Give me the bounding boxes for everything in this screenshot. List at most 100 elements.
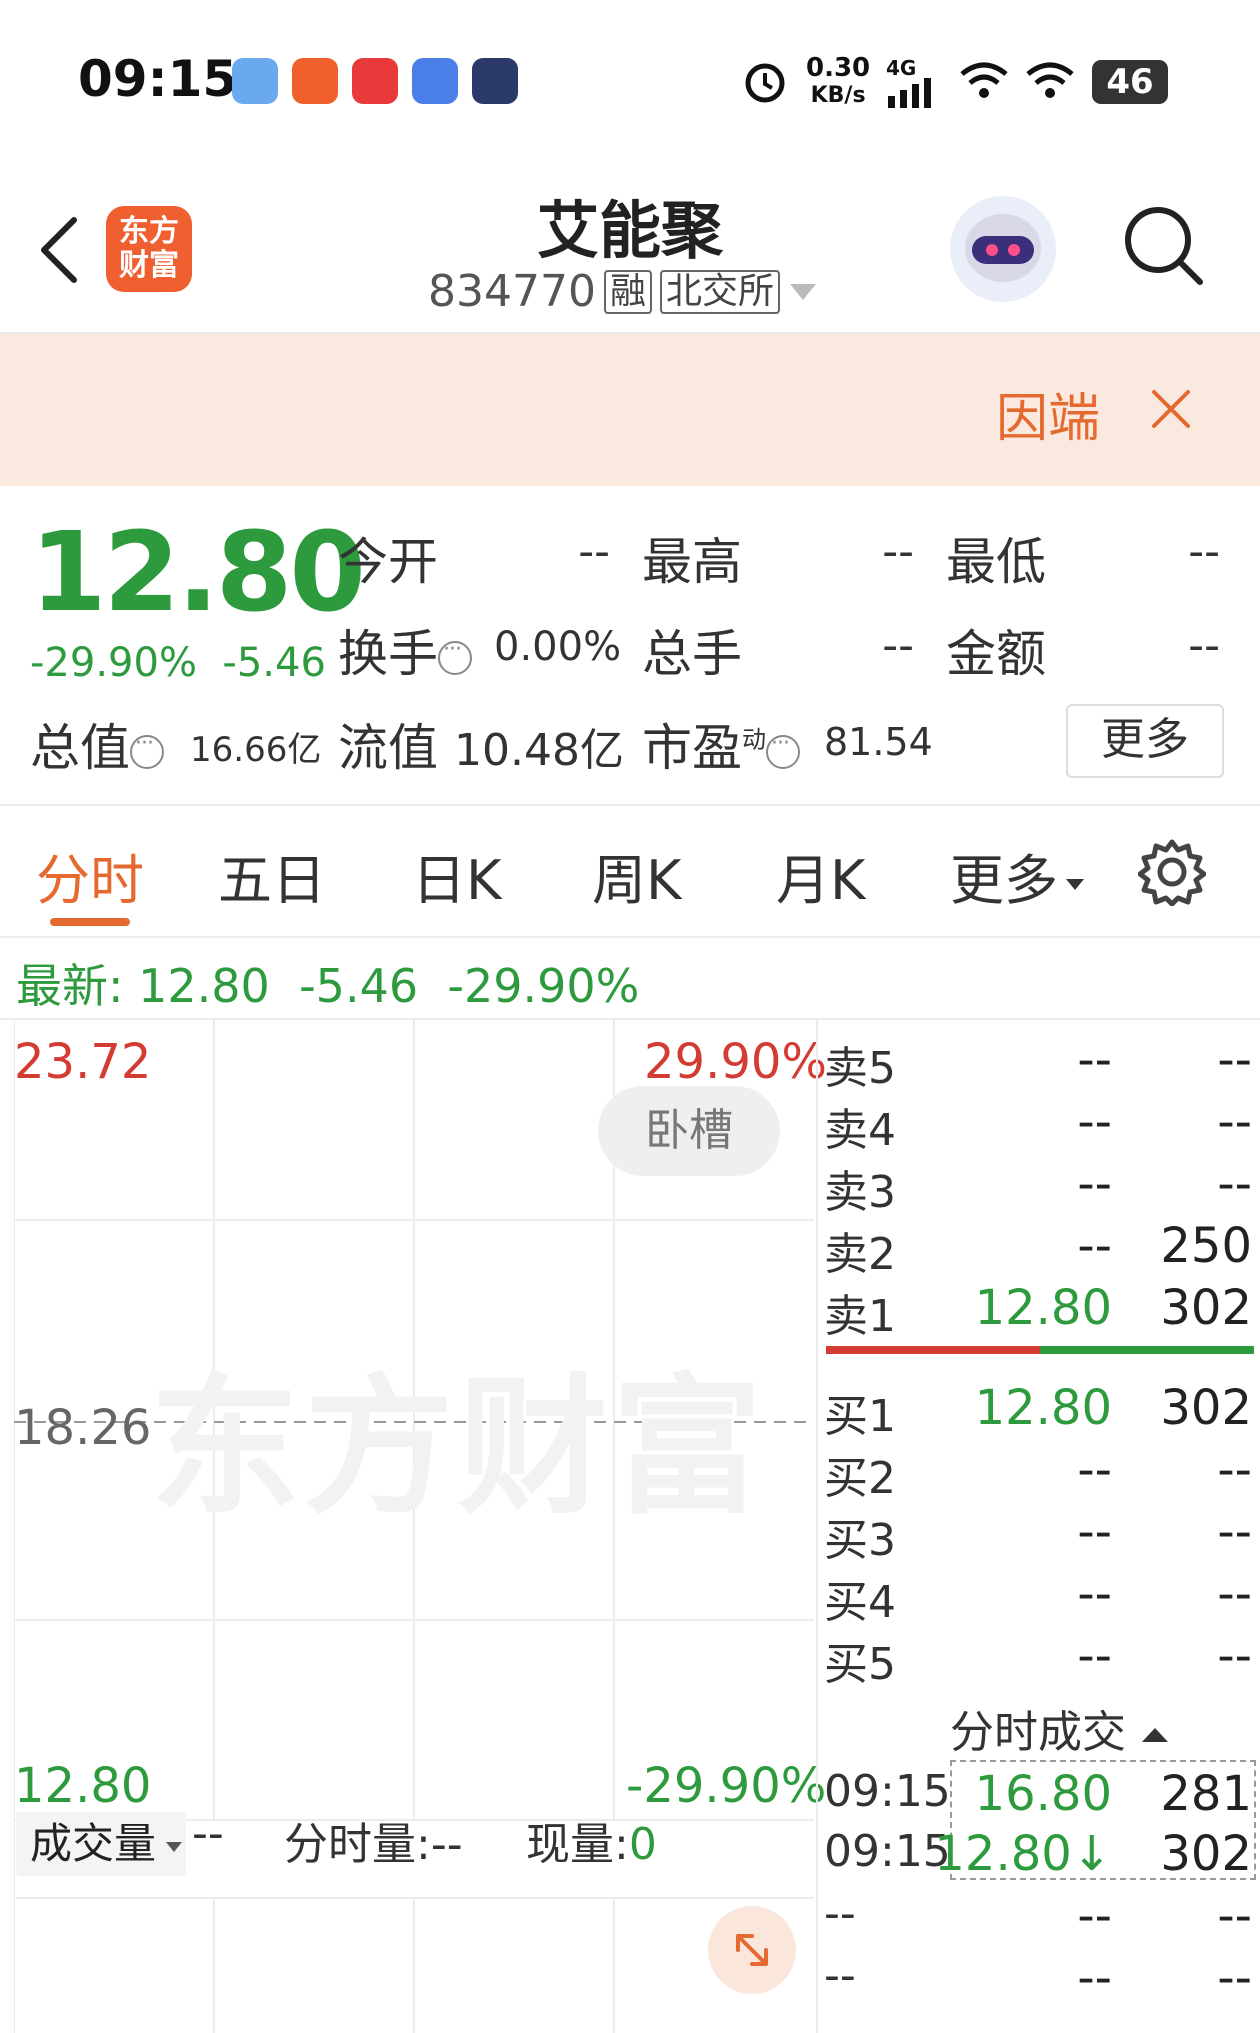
- landscape-button[interactable]: 卧槽: [598, 1086, 780, 1176]
- bid-3-volume: --: [1217, 1504, 1252, 1560]
- battery-level: 46: [1106, 62, 1154, 102]
- caret-down-icon: [166, 1841, 183, 1852]
- caret-down-icon: [1066, 879, 1084, 891]
- status-time: 09:15: [78, 50, 238, 108]
- ask-4-label: 卖4: [824, 1105, 896, 1156]
- caret-down-icon: [790, 283, 816, 300]
- pe-label: 市盈动: [642, 708, 800, 780]
- robot-icon: [965, 214, 1041, 282]
- lower-percent-label: -29.90%: [626, 1758, 827, 1814]
- bid-3-price: --: [1077, 1504, 1112, 1560]
- wifi-icon: [1026, 62, 1074, 98]
- info-dots-icon[interactable]: [766, 731, 800, 769]
- total-lots-label: 总手: [642, 625, 742, 683]
- float-cap-value: 10.48亿: [454, 725, 624, 776]
- trade-2-volume: 302: [1160, 1826, 1252, 1882]
- bid-5-price: --: [1077, 1628, 1112, 1684]
- tab-more[interactable]: 更多: [950, 836, 1086, 915]
- ask-ratio-bar: [826, 1346, 1040, 1354]
- battery-icon: 46: [1092, 60, 1168, 104]
- trade-3-time: --: [824, 1888, 856, 1939]
- quote-divider: [0, 804, 1260, 806]
- high-label: 最高: [642, 533, 742, 591]
- amount-label: 金额: [946, 625, 1046, 683]
- settings-gear-icon[interactable]: [1138, 838, 1206, 906]
- bid-1-price: 12.80: [974, 1380, 1112, 1436]
- robot-assistant-avatar[interactable]: [950, 196, 1056, 302]
- video-app-icon: [472, 58, 518, 104]
- trade-detail-toggle[interactable]: 分时成交: [950, 1696, 1170, 1760]
- upper-percent-label: 29.90%: [644, 1034, 828, 1090]
- more-quote-button[interactable]: 更多: [1066, 704, 1224, 778]
- ask-4-price: --: [1077, 1094, 1112, 1150]
- bid-5-label: 买5: [824, 1639, 896, 1690]
- bid-4-label: 买4: [824, 1577, 896, 1628]
- change-amount: -5.46: [222, 640, 326, 686]
- open-label: 今开: [338, 533, 438, 591]
- tab-intraday[interactable]: 分时: [36, 836, 144, 915]
- ask-1-volume: 302: [1160, 1280, 1252, 1336]
- latest-change: -5.46: [299, 959, 419, 1013]
- high-value: --: [882, 526, 914, 577]
- tab-five-day[interactable]: 五日: [218, 836, 326, 915]
- volume-value: --: [192, 1808, 224, 1859]
- net-speed: 0.30 KB/s: [806, 53, 871, 108]
- change-summary: -29.90% -5.46: [30, 640, 326, 686]
- stock-code-row[interactable]: 834770 融 北交所: [428, 266, 818, 317]
- low-label: 最低: [946, 533, 1046, 591]
- ask-5-volume: --: [1217, 1032, 1252, 1088]
- latest-label: 最新:: [16, 959, 124, 1013]
- ask-2-price: --: [1077, 1218, 1112, 1274]
- float-cap-label: 流值: [338, 719, 438, 777]
- browser-app-icon: [412, 58, 458, 104]
- ask-3-label: 卖3: [824, 1167, 896, 1218]
- signal-icon: [888, 78, 931, 108]
- tab-weekly-k[interactable]: 周K: [592, 836, 681, 915]
- volume-indicator-select[interactable]: 成交量: [16, 1812, 186, 1876]
- pe-superscript: 动: [742, 725, 766, 754]
- bid-5-volume: --: [1217, 1628, 1252, 1684]
- stock-code: 834770: [428, 266, 596, 317]
- mid-price-label: 18.26: [14, 1400, 152, 1456]
- expand-button[interactable]: [708, 1906, 796, 1994]
- turnover-label: 换手: [338, 614, 472, 686]
- ask-4-volume: --: [1217, 1094, 1252, 1150]
- trade-3-volume: --: [1217, 1888, 1252, 1944]
- market-cap-label-text: 总值: [30, 719, 130, 777]
- info-dots-icon[interactable]: [438, 637, 472, 675]
- tab-monthly-k[interactable]: 月K: [776, 836, 865, 915]
- trade-3-price: --: [1077, 1888, 1112, 1944]
- watermark-logo: 东方财富: [150, 1361, 767, 1535]
- exchange-tag: 北交所: [659, 269, 780, 314]
- banner-text[interactable]: 因端: [996, 376, 1100, 451]
- margin-tag: 融: [603, 269, 652, 314]
- bid-2-label: 买2: [824, 1453, 896, 1504]
- search-icon[interactable]: [1118, 200, 1208, 290]
- trade-1-volume: 281: [1160, 1766, 1252, 1822]
- pe-value: 81.54: [824, 720, 933, 764]
- amount-value: --: [1188, 620, 1220, 671]
- expand-icon: [736, 1934, 768, 1966]
- bid-3-label: 买3: [824, 1515, 896, 1566]
- bid-ratio-bar: [1040, 1346, 1254, 1354]
- current-price: 12.80: [30, 508, 366, 636]
- low-value: --: [1188, 526, 1220, 577]
- bid-4-volume: --: [1217, 1566, 1252, 1622]
- ask-3-price: --: [1077, 1156, 1112, 1212]
- market-cap-label: 总值: [30, 708, 164, 780]
- ask-3-volume: --: [1217, 1156, 1252, 1212]
- trade-1-price: 16.80: [974, 1766, 1112, 1822]
- upper-price-label: 23.72: [14, 1034, 152, 1090]
- close-icon[interactable]: [1146, 384, 1196, 434]
- pe-label-text: 市盈: [642, 719, 742, 777]
- tab-daily-k[interactable]: 日K: [412, 836, 501, 915]
- trade-2-price: 12.80↓: [934, 1826, 1112, 1882]
- total-lots-value: --: [882, 620, 914, 671]
- turnover-label-text: 换手: [338, 625, 438, 683]
- music-app-icon: [352, 58, 398, 104]
- latest-price: 12.80: [138, 959, 270, 1013]
- ask-1-price: 12.80: [974, 1280, 1112, 1336]
- latest-quote-row: 最新: 12.80 -5.46 -29.90%: [16, 950, 639, 1016]
- info-dots-icon[interactable]: [130, 731, 164, 769]
- trade-4-price: --: [1077, 1950, 1112, 2006]
